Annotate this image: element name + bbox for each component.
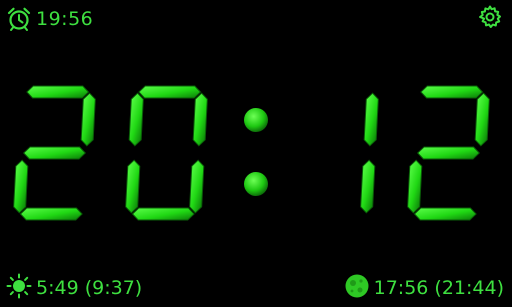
segment-c xyxy=(360,159,376,214)
clock-digit-hour-tens xyxy=(13,85,96,221)
segment-f xyxy=(128,92,144,147)
segment-g xyxy=(22,146,86,160)
segment-e xyxy=(125,159,141,214)
segment-d xyxy=(131,207,195,221)
segment-e xyxy=(13,159,29,214)
segment-d xyxy=(19,207,83,221)
colon-dot-top xyxy=(244,108,268,132)
clock-colon xyxy=(244,108,268,196)
sun-times: 5:49 (9:37) xyxy=(36,277,143,299)
segment-b xyxy=(192,92,208,147)
segment-g xyxy=(416,146,480,160)
segment-b xyxy=(474,92,490,147)
sun-icon xyxy=(6,273,32,303)
segment-a xyxy=(26,85,90,99)
segment-a xyxy=(420,85,484,99)
segment-a xyxy=(138,85,202,99)
moonrise-info: 17:56 (21:44) xyxy=(344,273,504,303)
sunrise-info: 5:49 (9:37) xyxy=(6,273,143,303)
moon-icon xyxy=(344,273,370,303)
segment-b xyxy=(363,92,379,147)
colon-dot-bottom xyxy=(244,172,268,196)
segment-d xyxy=(413,207,477,221)
segment-b xyxy=(80,92,96,147)
digital-clock xyxy=(0,0,512,307)
clock-digit-minute-tens xyxy=(360,92,379,214)
clock-digit-minute-ones xyxy=(407,85,490,221)
segment-e xyxy=(407,159,423,214)
moon-times: 17:56 (21:44) xyxy=(373,277,504,299)
segment-c xyxy=(189,159,205,214)
clock-digit-hour-ones xyxy=(125,85,208,221)
